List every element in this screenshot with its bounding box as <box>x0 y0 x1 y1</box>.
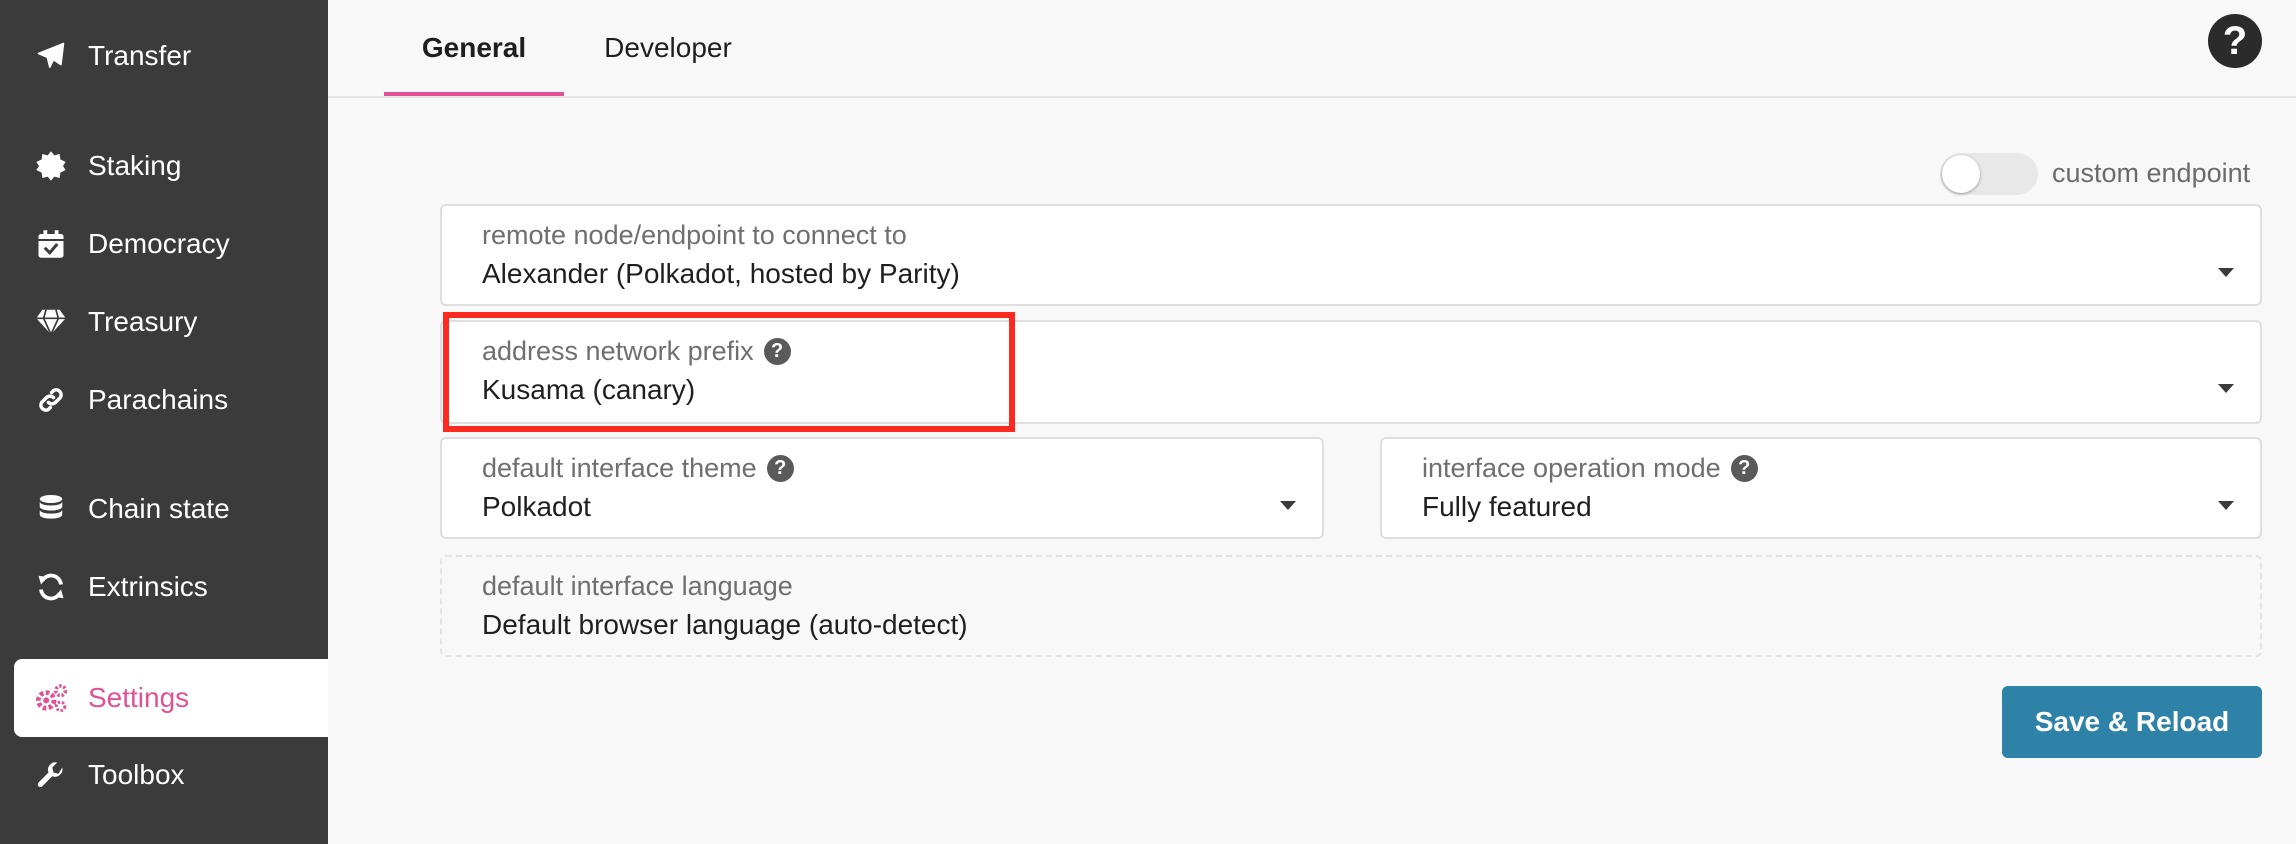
sidebar-item-chain-state[interactable]: Chain state <box>0 481 230 537</box>
question-circle-icon[interactable]: ? <box>763 338 791 365</box>
tab-developer[interactable]: Developer <box>584 0 752 96</box>
sidebar-item-label: Staking <box>88 150 182 181</box>
caret-down-icon <box>2218 268 2234 277</box>
operation-mode-value: Fully featured <box>1422 491 1592 522</box>
address-prefix-label: address network prefix? <box>482 336 791 367</box>
endpoint-dropdown[interactable]: remote node/endpoint to connect to Alexa… <box>440 204 2262 306</box>
sidebar-item-staking[interactable]: Staking <box>0 138 181 194</box>
certificate-icon <box>26 141 76 191</box>
endpoint-value: Alexander (Polkadot, hosted by Parity) <box>482 258 960 289</box>
sidebar-item-extrinsics[interactable]: Extrinsics <box>0 559 208 615</box>
toggle-knob <box>1942 155 1980 193</box>
question-circle-icon[interactable]: ? <box>766 455 794 482</box>
endpoint-label: remote node/endpoint to connect to <box>482 220 907 250</box>
cogs-icon <box>26 673 76 723</box>
sidebar-item-label: Toolbox <box>88 759 185 790</box>
database-icon <box>26 484 76 534</box>
theme-dropdown[interactable]: default interface theme? Polkadot <box>440 437 1324 539</box>
calendar-check-icon <box>26 219 76 269</box>
custom-endpoint-label: custom endpoint <box>2052 158 2251 188</box>
sidebar-item-label: Treasury <box>88 306 198 337</box>
language-value: Default browser language (auto-detect) <box>482 609 968 640</box>
sidebar-item-toolbox[interactable]: Toolbox <box>0 747 185 803</box>
sidebar-item-label: Democracy <box>88 228 230 259</box>
sidebar-item-treasury[interactable]: Treasury <box>0 294 197 350</box>
operation-mode-label: interface operation mode? <box>1422 453 1758 484</box>
sidebar-item-parachains[interactable]: Parachains <box>0 372 228 428</box>
sidebar: Transfer Staking Democracy Treasury Para… <box>0 0 328 844</box>
sidebar-item-label: Extrinsics <box>88 571 208 602</box>
caret-down-icon <box>1280 501 1296 510</box>
operation-mode-dropdown[interactable]: interface operation mode? Fully featured <box>1380 437 2262 539</box>
language-label: default interface language <box>482 571 793 601</box>
wrench-icon <box>26 750 76 800</box>
address-prefix-dropdown[interactable]: address network prefix? Kusama (canary) <box>440 320 2262 424</box>
sidebar-item-label: Chain state <box>88 493 230 524</box>
caret-down-icon <box>2218 501 2234 510</box>
sidebar-item-democracy[interactable]: Democracy <box>0 216 230 272</box>
tab-general[interactable]: General <box>384 0 564 96</box>
theme-value: Polkadot <box>482 491 591 522</box>
question-circle-icon[interactable]: ? <box>1730 455 1758 482</box>
paper-plane-icon <box>26 31 76 81</box>
help-icon[interactable]: ? <box>2208 14 2262 68</box>
sidebar-item-label: Settings <box>88 682 190 713</box>
sidebar-item-label: Parachains <box>88 384 229 415</box>
gem-icon <box>26 297 76 347</box>
theme-label: default interface theme? <box>482 453 794 484</box>
active-tab-indicator <box>384 92 564 96</box>
custom-endpoint-toggle[interactable] <box>1940 153 2038 195</box>
save-reload-button[interactable]: Save & Reload <box>2002 686 2262 758</box>
link-icon <box>26 375 76 425</box>
sidebar-item-settings[interactable]: Settings <box>14 659 328 737</box>
address-prefix-value: Kusama (canary) <box>482 374 696 405</box>
language-field: default interface language Default brows… <box>440 555 2262 657</box>
sync-icon <box>26 562 76 612</box>
sidebar-item-label: Transfer <box>88 40 192 71</box>
sidebar-item-transfer[interactable]: Transfer <box>0 28 191 84</box>
caret-down-icon <box>2218 384 2234 393</box>
